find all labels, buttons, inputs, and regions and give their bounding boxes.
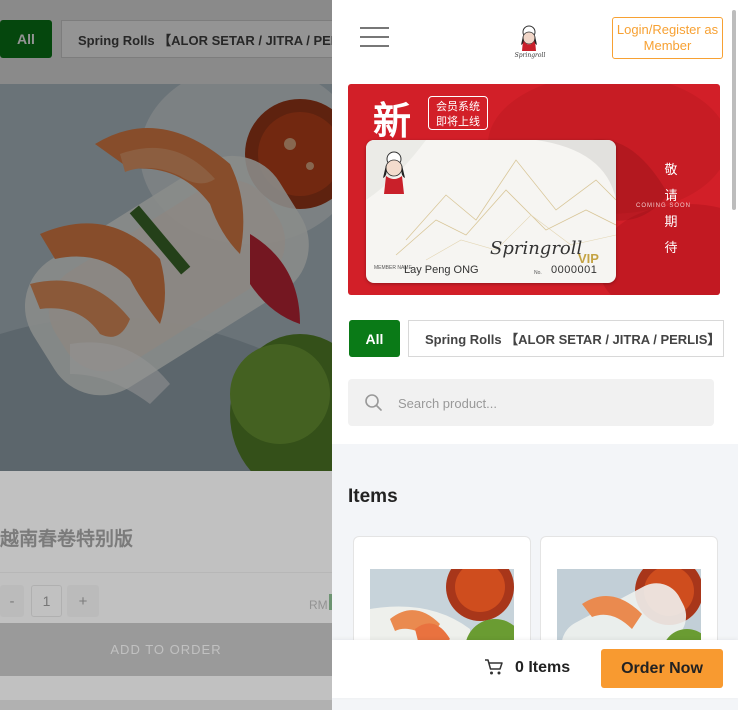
mascot-icon: [376, 150, 412, 194]
quantity-increase-button[interactable]: +: [67, 585, 99, 617]
quantity-input[interactable]: 1: [31, 585, 62, 617]
membership-banner[interactable]: 新 会员系统 即将上线 敬 请 期 待 COMING SOON Springro…: [348, 84, 720, 295]
coming-soon-label: COMING SOON: [636, 203, 692, 209]
category-spring-rolls-tab[interactable]: Spring Rolls 【ALOR SETAR / JITRA / PERLI…: [408, 320, 724, 357]
search-input[interactable]: [398, 393, 698, 413]
card-brand-script: Springroll: [490, 238, 583, 259]
category-all-button[interactable]: All: [349, 320, 400, 357]
add-to-order-button[interactable]: ADD TO ORDER: [0, 623, 332, 676]
divider: [0, 572, 332, 573]
login-register-button[interactable]: Login/Register as Member: [612, 17, 723, 59]
store-page: Springroll Login/Register as Member 新 会员…: [332, 0, 738, 710]
app-header: Springroll Login/Register as Member: [332, 0, 738, 70]
springroll-logo-icon[interactable]: Springroll: [512, 23, 548, 59]
category-bar: All Spring Rolls 【ALOR SETAR / JITRA / P…: [0, 0, 332, 84]
member-number-label: No.: [534, 270, 542, 276]
scrollbar[interactable]: [732, 10, 736, 210]
cart-items-count[interactable]: 0 Items: [515, 659, 570, 677]
product-detail-pane: All Spring Rolls 【ALOR SETAR / JITRA / P…: [0, 0, 332, 710]
price-prefix: RM: [309, 598, 328, 612]
vip-member-card: Springroll VIP MEMBER NAME Lay Peng ONG …: [366, 140, 616, 283]
banner-vertical-text: 敬 请 期 待: [664, 163, 678, 256]
search-bar[interactable]: [348, 379, 714, 426]
member-number: 0000001: [551, 264, 598, 276]
product-hero-image: [0, 84, 332, 471]
quantity-decrease-button[interactable]: -: [0, 585, 24, 617]
cart-icon[interactable]: [484, 658, 504, 676]
hamburger-menu-icon[interactable]: [360, 27, 389, 49]
product-name: 越南春卷特别版: [0, 528, 134, 550]
order-now-button[interactable]: Order Now: [601, 649, 723, 688]
cart-bar: 0 Items Order Now: [332, 640, 738, 698]
items-section-title: Items: [348, 486, 398, 507]
search-icon: [364, 393, 383, 412]
banner-new-character: 新: [373, 99, 412, 143]
banner-badge: 会员系统 即将上线: [428, 96, 488, 130]
bottom-strip: [0, 700, 332, 710]
category-all-button[interactable]: All: [0, 20, 52, 58]
member-name: Lay Peng ONG: [404, 264, 479, 276]
svg-text:Springroll: Springroll: [515, 52, 546, 59]
category-spring-rolls-tab[interactable]: Spring Rolls 【ALOR SETAR / JITRA / PERLI…: [61, 20, 332, 58]
